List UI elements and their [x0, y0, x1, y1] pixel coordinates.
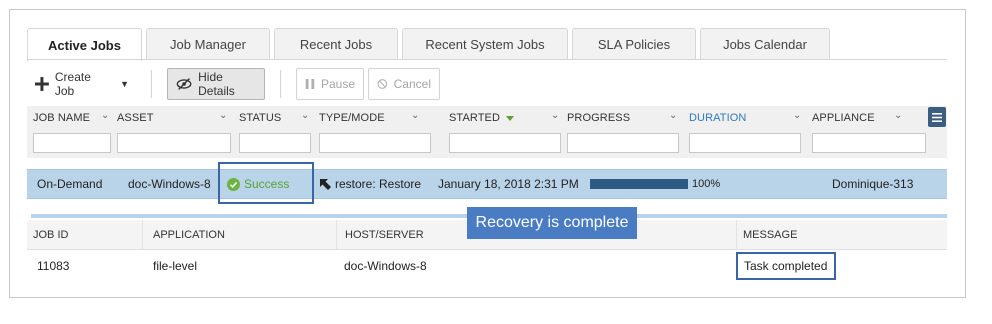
tab-bar: Active Jobs Job Manager Recent Jobs Rece… — [27, 28, 834, 61]
host-server-value: doc-Windows-8 — [344, 259, 427, 273]
job-name-filter-input[interactable] — [33, 133, 111, 153]
application-value: file-level — [153, 259, 198, 273]
job-name-cell: On-Demand — [37, 177, 103, 191]
plus-icon — [35, 77, 49, 91]
status-filter-input[interactable] — [239, 133, 311, 153]
column-label: PROGRESS — [567, 112, 631, 124]
eye-slash-icon — [176, 78, 192, 90]
message-value: Task completed — [736, 252, 836, 280]
column-label: STATUS — [239, 112, 282, 124]
tab-jobs-calendar[interactable]: Jobs Calendar — [700, 28, 830, 60]
jobs-grid-header: JOB NAME ⌄ ASSET ⌄ STATUS ⌄ TYPE/MODE ⌄ … — [27, 106, 947, 158]
tab-label: Job Manager — [170, 37, 246, 52]
sort-descending-icon — [506, 115, 515, 121]
chevron-down-icon[interactable]: ⌄ — [669, 110, 677, 121]
tab-label: Jobs Calendar — [723, 37, 807, 52]
appliance-cell: Dominique-313 — [832, 177, 914, 191]
tab-label: Active Jobs — [48, 37, 121, 53]
column-job-name[interactable]: JOB NAME ⌄ — [27, 106, 111, 158]
tab-underline — [27, 59, 947, 60]
toolbar: Create Job ▼ Hide Details Pause Cancel — [27, 68, 947, 102]
column-progress[interactable]: PROGRESS ⌄ — [561, 106, 681, 158]
create-job-label: Create Job — [54, 70, 91, 98]
tab-label: SLA Policies — [597, 37, 671, 52]
asset-filter-input[interactable] — [117, 133, 231, 153]
hamburger-icon — [932, 112, 942, 122]
column-label: APPLIANCE — [812, 112, 875, 124]
chevron-down-icon[interactable]: ⌄ — [101, 110, 109, 121]
chevron-down-icon[interactable]: ⌄ — [551, 110, 559, 121]
started-filter-input[interactable] — [449, 133, 561, 153]
details-col-message: MESSAGE — [743, 229, 798, 241]
tab-job-manager[interactable]: Job Manager — [146, 28, 270, 60]
pause-label: Pause — [320, 77, 355, 91]
toolbar-divider — [151, 70, 152, 98]
details-col-job-id: JOB ID — [27, 220, 143, 250]
pause-icon — [305, 79, 315, 89]
started-label-text: STARTED — [449, 112, 501, 124]
progress-filter-input[interactable] — [567, 133, 679, 153]
cancel-icon — [377, 79, 388, 89]
column-appliance[interactable]: APPLIANCE ⌄ — [806, 106, 931, 158]
type-mode-text: restore: Restore — [335, 177, 422, 191]
column-label: DURATION — [689, 112, 747, 124]
appliance-filter-input[interactable] — [812, 133, 926, 153]
type-mode-cell: restore: Restore — [319, 170, 421, 198]
tab-recent-system-jobs[interactable]: Recent System Jobs — [402, 28, 568, 60]
tab-recent-jobs[interactable]: Recent Jobs — [274, 28, 398, 60]
tab-sla-policies[interactable]: SLA Policies — [572, 28, 696, 60]
column-started[interactable]: STARTED ⌄ — [443, 106, 561, 158]
tab-label: Recent Jobs — [299, 37, 373, 52]
started-cell: January 18, 2018 2:31 PM — [438, 177, 579, 191]
type-mode-filter-input[interactable] — [319, 133, 431, 153]
column-type-mode[interactable]: TYPE/MODE ⌄ — [313, 106, 443, 158]
recovery-callout: Recovery is complete — [467, 207, 637, 239]
pause-button[interactable]: Pause — [296, 68, 364, 100]
duration-filter-input[interactable] — [689, 133, 801, 153]
column-label: STARTED — [449, 112, 515, 124]
tab-active-jobs[interactable]: Active Jobs — [27, 28, 142, 61]
cancel-label: Cancel — [393, 77, 431, 91]
column-status[interactable]: STATUS ⌄ — [233, 106, 313, 158]
column-duration[interactable]: DURATION ⌄ — [683, 106, 803, 158]
cancel-button[interactable]: Cancel — [368, 68, 440, 100]
job-id-value: 11083 — [37, 259, 70, 273]
hide-details-button[interactable]: Hide Details — [167, 68, 265, 100]
progress-percent: 100% — [692, 178, 721, 190]
job-row[interactable]: On-Demand doc-Windows-8 Success restore:… — [27, 169, 947, 199]
progress-bar — [590, 179, 688, 189]
chevron-down-icon[interactable]: ⌄ — [219, 110, 227, 121]
column-label: ASSET — [117, 112, 154, 124]
progress-bar-fill — [590, 179, 688, 189]
asset-cell: doc-Windows-8 — [128, 177, 211, 191]
column-label: TYPE/MODE — [319, 112, 385, 124]
chevron-down-icon[interactable]: ⌄ — [411, 110, 419, 121]
tab-label: Recent System Jobs — [425, 37, 545, 52]
caret-down-icon: ▼ — [120, 79, 129, 89]
chevron-down-icon[interactable]: ⌄ — [894, 110, 902, 121]
toolbar-divider — [280, 70, 281, 98]
create-job-button[interactable]: Create Job ▼ — [27, 68, 137, 100]
column-label: JOB NAME — [33, 112, 91, 124]
column-asset[interactable]: ASSET ⌄ — [111, 106, 233, 158]
status-highlight-annotation — [218, 162, 314, 204]
hide-details-label: Hide Details — [198, 70, 235, 98]
details-col-application: APPLICATION — [143, 220, 337, 250]
chevron-down-icon[interactable]: ⌄ — [793, 110, 801, 121]
column-menu-button[interactable] — [928, 107, 946, 127]
restore-arrow-icon — [320, 178, 331, 190]
chevron-down-icon[interactable]: ⌄ — [301, 110, 309, 121]
